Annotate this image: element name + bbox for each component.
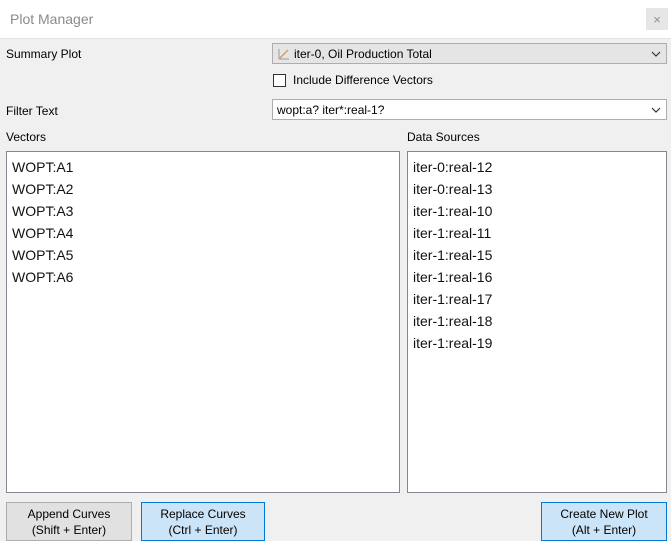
- data-sources-header: Data Sources: [407, 130, 480, 144]
- data-source-item[interactable]: iter-1:real-11: [408, 222, 666, 244]
- data-source-item[interactable]: iter-1:real-19: [408, 332, 666, 354]
- summary-plot-value: iter-0, Oil Production Total: [294, 46, 432, 61]
- replace-curves-label: Replace Curves: [160, 506, 246, 521]
- vectors-list[interactable]: WOPT:A1 WOPT:A2 WOPT:A3 WOPT:A4 WOPT:A5 …: [6, 151, 400, 493]
- filter-text-value: wopt:a? iter*:real-1?: [277, 102, 385, 117]
- window-title: Plot Manager: [10, 11, 94, 27]
- data-source-item[interactable]: iter-1:real-17: [408, 288, 666, 310]
- data-source-item[interactable]: iter-1:real-10: [408, 200, 666, 222]
- create-new-plot-shortcut: (Alt + Enter): [571, 522, 637, 537]
- append-curves-label: Append Curves: [27, 506, 111, 521]
- title-bar: Plot Manager ×: [0, 0, 671, 39]
- data-source-item[interactable]: iter-0:real-12: [408, 156, 666, 178]
- data-source-item[interactable]: iter-1:real-18: [408, 310, 666, 332]
- vector-item[interactable]: WOPT:A4: [7, 222, 399, 244]
- data-source-item[interactable]: iter-1:real-15: [408, 244, 666, 266]
- vectors-header: Vectors: [6, 130, 47, 144]
- include-difference-vectors-row[interactable]: Include Difference Vectors: [273, 73, 433, 87]
- close-icon: ×: [653, 11, 661, 27]
- create-new-plot-label: Create New Plot: [560, 506, 648, 521]
- chevron-down-icon: [646, 51, 666, 57]
- include-difference-vectors-label: Include Difference Vectors: [293, 73, 433, 87]
- summary-plot-dropdown[interactable]: iter-0, Oil Production Total: [272, 43, 667, 64]
- create-new-plot-button[interactable]: Create New Plot (Alt + Enter): [541, 502, 667, 541]
- filter-text-input[interactable]: wopt:a? iter*:real-1?: [272, 99, 667, 120]
- vector-item[interactable]: WOPT:A5: [7, 244, 399, 266]
- vector-item[interactable]: WOPT:A3: [7, 200, 399, 222]
- replace-curves-button[interactable]: Replace Curves (Ctrl + Enter): [141, 502, 265, 541]
- chevron-down-icon[interactable]: [646, 107, 666, 113]
- vector-item[interactable]: WOPT:A2: [7, 178, 399, 200]
- data-sources-list[interactable]: iter-0:real-12 iter-0:real-13 iter-1:rea…: [407, 151, 667, 493]
- vector-item[interactable]: WOPT:A1: [7, 156, 399, 178]
- include-difference-vectors-checkbox[interactable]: [273, 73, 286, 87]
- replace-curves-shortcut: (Ctrl + Enter): [168, 522, 238, 537]
- vector-item[interactable]: WOPT:A6: [7, 266, 399, 288]
- filter-text-label: Filter Text: [6, 104, 58, 118]
- data-source-item[interactable]: iter-0:real-13: [408, 178, 666, 200]
- close-button[interactable]: ×: [646, 8, 668, 30]
- summary-plot-label: Summary Plot: [6, 47, 82, 61]
- data-source-item[interactable]: iter-1:real-16: [408, 266, 666, 288]
- append-curves-button[interactable]: Append Curves (Shift + Enter): [6, 502, 132, 541]
- append-curves-shortcut: (Shift + Enter): [31, 522, 107, 537]
- line-plot-icon: [278, 48, 289, 59]
